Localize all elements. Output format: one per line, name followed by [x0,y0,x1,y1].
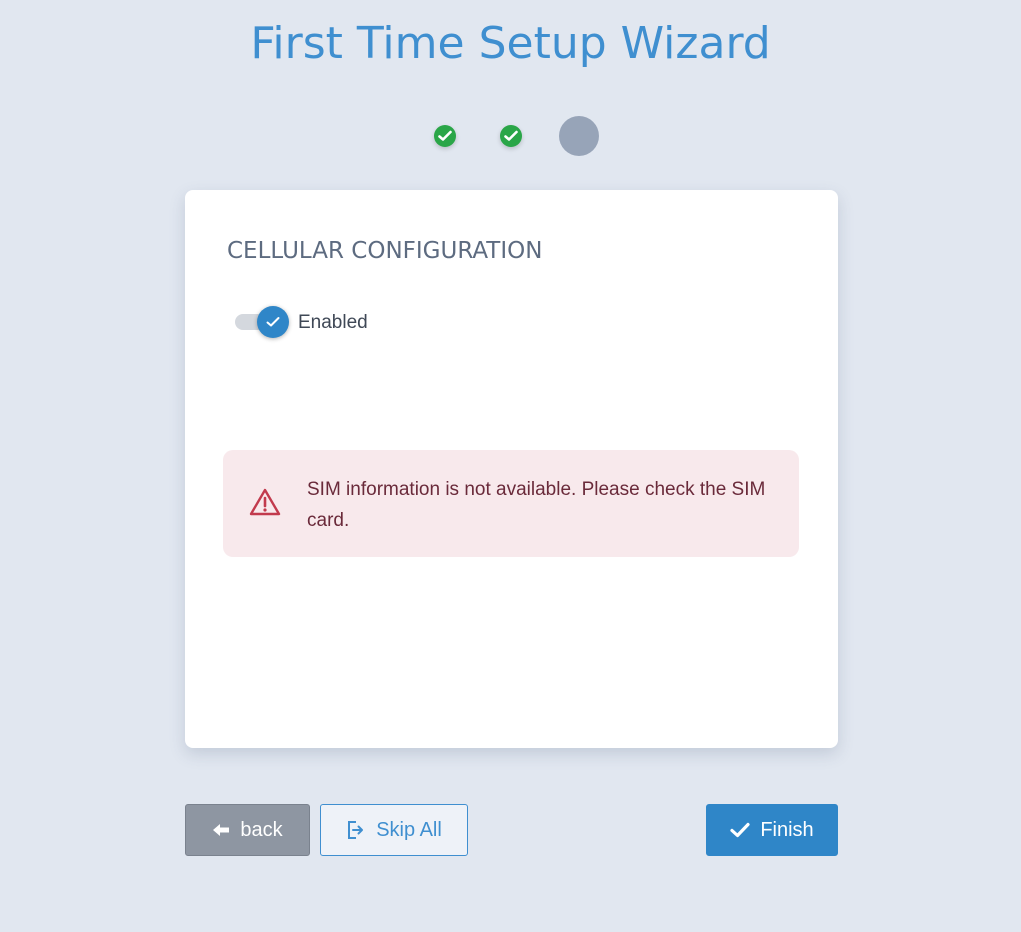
check-icon [438,130,452,141]
back-button-label: back [240,818,283,841]
back-button[interactable]: back [185,804,310,856]
page-title: First Time Setup Wizard [250,18,771,69]
sign-out-icon [348,821,364,839]
check-icon [504,130,518,141]
step-3-current [559,116,599,156]
toggle-label: Enabled [298,312,368,333]
finish-button[interactable]: Finish [706,804,838,856]
step-1-complete [434,125,456,147]
alert-message: SIM information is not available. Please… [307,479,766,531]
warning-triangle-icon [249,488,281,516]
cellular-enabled-toggle[interactable] [235,306,291,338]
cellular-config-card: CELLULAR CONFIGURATION Enabled SIM infor… [185,190,838,748]
section-title: CELLULAR CONFIGURATION [227,238,543,264]
wizard-steps-indicator [0,116,1021,156]
check-icon [266,317,280,327]
sim-alert: SIM information is not available. Please… [223,450,799,557]
skip-all-button[interactable]: Skip All [320,804,468,856]
toggle-knob [257,306,289,338]
check-icon [730,822,750,838]
arrow-left-icon [213,824,230,836]
step-2-complete [500,125,522,147]
finish-button-label: Finish [760,818,814,841]
skip-all-button-label: Skip All [376,818,442,841]
